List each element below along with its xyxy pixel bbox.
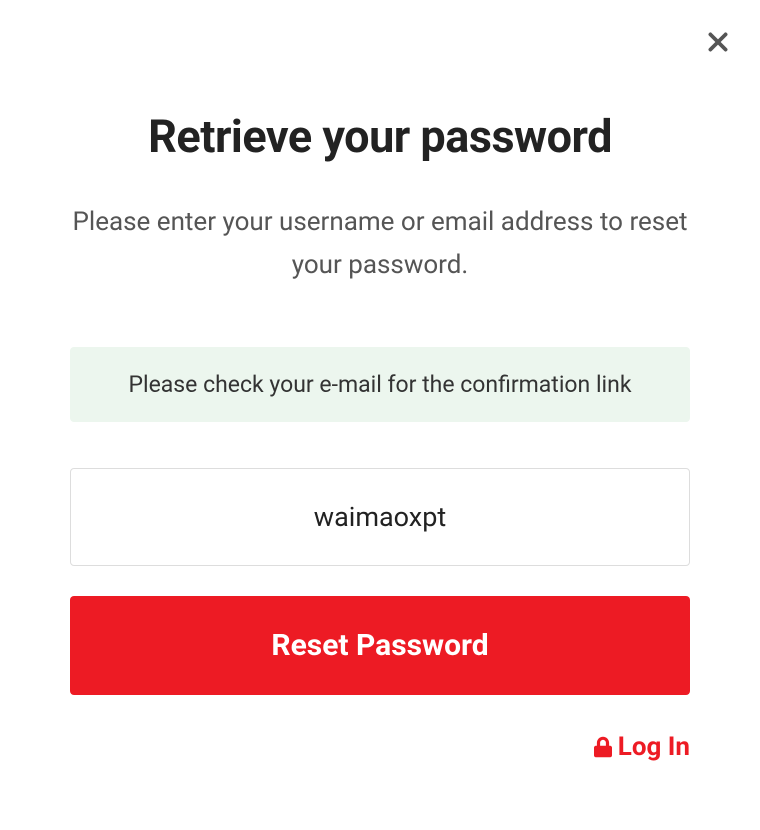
confirmation-alert: Please check your e-mail for the confirm… (70, 347, 690, 422)
close-icon (705, 29, 731, 55)
reset-password-button[interactable]: Reset Password (70, 596, 690, 695)
retrieve-password-modal: Retrieve your password Please enter your… (0, 0, 760, 695)
login-link[interactable]: Log In (594, 732, 690, 762)
modal-title: Retrieve your password (70, 110, 690, 163)
login-link-label: Log In (618, 732, 690, 762)
close-button[interactable] (704, 28, 732, 56)
modal-subtitle: Please enter your username or email addr… (70, 201, 690, 287)
lock-icon (594, 736, 612, 758)
username-email-input[interactable] (70, 468, 690, 566)
